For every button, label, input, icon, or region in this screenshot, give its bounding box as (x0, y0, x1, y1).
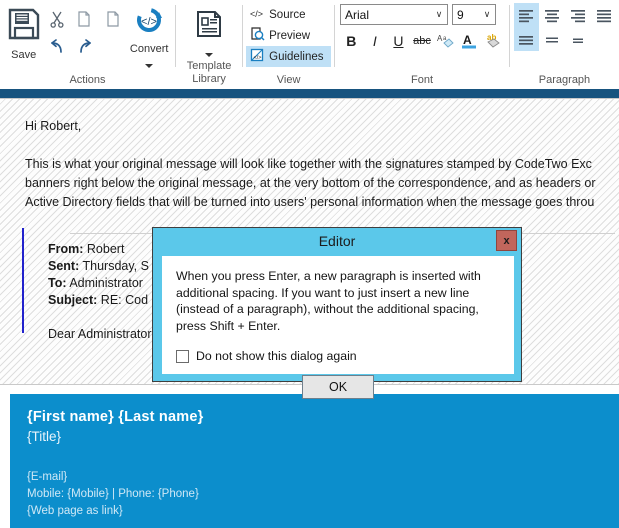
chevron-down-icon: ∨ (483, 9, 491, 19)
quoted-from-value: Robert (86, 242, 125, 256)
decrease-spacing-button[interactable] (540, 27, 565, 51)
svg-text:</>: </> (254, 55, 262, 61)
tpl-label-line2: Library (192, 73, 226, 85)
quoted-from-label: From: (48, 242, 84, 256)
underline-label: U (393, 33, 404, 49)
dialog-body: When you press Enter, a new paragraph is… (162, 256, 514, 399)
ribbon-group-paragraph: Paragraph (510, 0, 619, 89)
guidelines-icon: </> (250, 48, 265, 65)
preview-magnifier-icon (250, 27, 265, 44)
svg-text:A: A (463, 33, 472, 47)
floppy-disk-icon (6, 6, 42, 47)
do-not-show-label: Do not show this dialog again (196, 349, 357, 363)
body-line-1: This is what your original message will … (25, 157, 592, 171)
source-code-icon: </> (250, 7, 265, 23)
line-spacing-button[interactable] (513, 27, 539, 51)
copy-button[interactable] (71, 5, 99, 33)
dialog-titlebar: Editor x (153, 228, 521, 254)
font-group-label: Font (410, 74, 433, 86)
quoted-sent-label: Sent: (48, 259, 80, 273)
dialog-message: When you press Enter, a new paragraph is… (176, 269, 481, 333)
convert-dropdown-caret[interactable] (143, 56, 155, 74)
actions-group-label: Actions (69, 74, 106, 86)
ribbon-group-view: </> Source Preview </> Guidelines View (243, 0, 334, 89)
undo-button[interactable] (43, 33, 71, 61)
editor-window: Save </> Convert Actions Template Librar… (0, 0, 619, 528)
signature-web[interactable]: {Web page as link} (27, 503, 619, 520)
view-item-guidelines-label: Guidelines (269, 50, 324, 63)
strikethrough-button[interactable]: abc (411, 30, 434, 52)
font-size-value: 9 (457, 7, 464, 22)
align-justify-button[interactable] (592, 3, 617, 27)
view-item-source-label: Source (269, 8, 306, 21)
single-spacing-button[interactable] (566, 27, 591, 51)
tpl-label-line1: Template (186, 60, 232, 72)
template-document-icon (194, 9, 224, 44)
font-color-button[interactable]: A (458, 30, 481, 52)
svg-text:</>: </> (250, 9, 263, 19)
view-group-label: View (276, 74, 301, 86)
paste-button[interactable] (99, 5, 127, 33)
ribbon-group-template-library: Template Library (176, 0, 242, 89)
cut-button[interactable] (43, 5, 71, 33)
align-left-button[interactable] (513, 3, 539, 27)
accent-bar (0, 89, 619, 98)
body-line-3: Active Directory fields that will be tur… (25, 195, 595, 209)
font-size-select[interactable]: 9 ∨ (452, 4, 496, 25)
save-label: Save (11, 49, 37, 61)
signature-phones: Mobile: {Mobile} | Phone: {Phone} (27, 488, 199, 500)
signature-title: {Title} (27, 429, 62, 444)
paragraph-group-label: Paragraph (538, 74, 591, 86)
italic-label: I (372, 33, 377, 49)
view-item-preview-label: Preview (269, 29, 311, 42)
quoted-sent-value: Thursday, S (82, 259, 149, 273)
ribbon-group-actions: Save </> Convert Actions (0, 0, 175, 89)
clear-formatting-button[interactable]: A a (434, 30, 457, 52)
ribbon-group-font: Arial ∨ 9 ∨ B I U abc A a A ab Font (335, 0, 509, 89)
signature-area: {First name} {Last name} {Title} {E-mail… (0, 386, 619, 528)
view-item-preview[interactable]: Preview (246, 25, 331, 46)
dialog-title: Editor (318, 233, 356, 249)
quoted-to-value: Administrator (69, 276, 143, 290)
greeting-line: Hi Robert, (25, 119, 82, 133)
chevron-down-icon: ∨ (435, 9, 443, 19)
convert-label: Convert (129, 43, 169, 55)
underline-button[interactable]: U (387, 30, 410, 52)
font-family-value: Arial (345, 7, 370, 22)
do-not-show-checkbox[interactable] (176, 349, 189, 363)
view-item-source[interactable]: </> Source (246, 4, 331, 25)
signature-block[interactable]: {First name} {Last name} {Title} {E-mail… (10, 394, 619, 528)
italic-button[interactable]: I (364, 30, 387, 52)
editor-dialog: Editor x When you press Enter, a new par… (152, 227, 522, 399)
ok-button[interactable]: OK (302, 375, 374, 399)
signature-email: {E-mail} (27, 471, 68, 483)
svg-text:</>: </> (141, 16, 157, 28)
convert-code-icon: </> (132, 5, 166, 42)
close-icon[interactable]: x (496, 230, 517, 251)
bold-button[interactable]: B (340, 30, 363, 52)
quoted-to-label: To: (48, 276, 67, 290)
strikethrough-label: abc (413, 35, 431, 47)
signature-name: {First name} {Last name} (27, 409, 204, 425)
align-center-button[interactable] (540, 3, 565, 27)
highlight-color-button[interactable]: ab (481, 30, 504, 52)
font-family-select[interactable]: Arial ∨ (340, 4, 448, 25)
ribbon-toolbar: Save </> Convert Actions Template Librar… (0, 0, 619, 89)
redo-button[interactable] (71, 33, 99, 61)
template-library-group-label: Template Library (176, 60, 242, 86)
body-line-2: banners right below the original message… (25, 176, 596, 190)
align-right-button[interactable] (566, 3, 591, 27)
do-not-show-checkbox-row[interactable]: Do not show this dialog again (176, 349, 500, 363)
message-body[interactable]: Hi Robert, This is what your original me… (25, 117, 619, 212)
bold-label: B (346, 33, 357, 49)
quoted-subject-value: RE: Cod (100, 293, 149, 307)
quoted-subject-label: Subject: (48, 293, 98, 307)
quote-indent-bar (22, 228, 24, 333)
view-item-guidelines[interactable]: </> Guidelines (246, 46, 332, 67)
signature-contact: {E-mail} Mobile: {Mobile} | Phone: {Phon… (27, 469, 619, 520)
